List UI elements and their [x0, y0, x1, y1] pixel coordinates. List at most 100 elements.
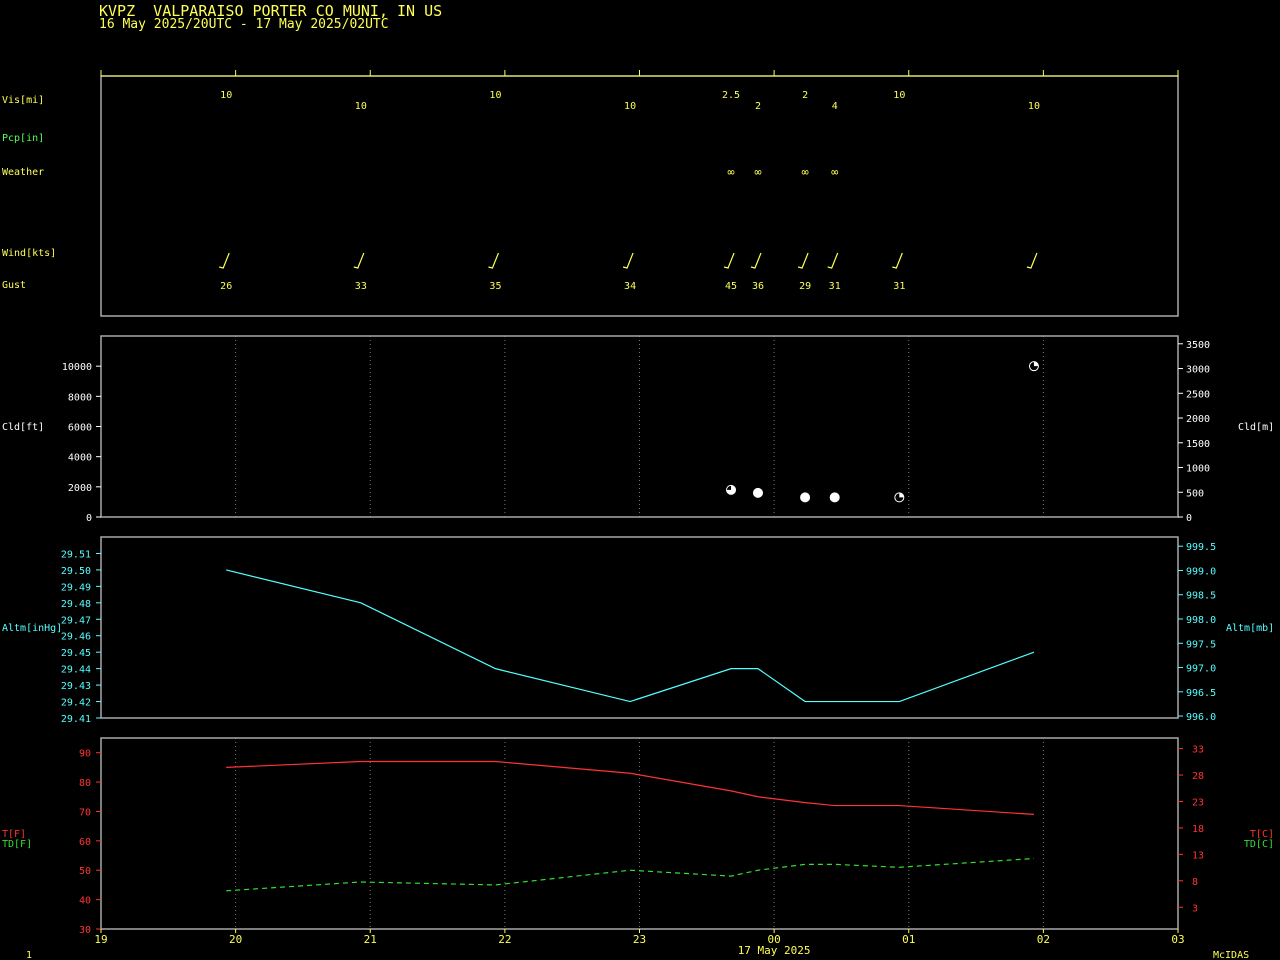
- cloud-cover-marker: [829, 492, 840, 503]
- row-label-gust: Gust: [2, 280, 26, 291]
- gust-value: 34: [624, 281, 636, 292]
- temp-c-tick-label: 18: [1192, 824, 1204, 835]
- time-axis-label: 23: [633, 933, 646, 946]
- wind-barb: [488, 252, 500, 269]
- time-axis-label: 03: [1171, 933, 1184, 946]
- vis-value: 2: [802, 90, 808, 101]
- cloud-ft-tick-label: 0: [86, 513, 92, 524]
- weather-fog-symbol: ∞: [831, 165, 838, 179]
- gust-value: 26: [220, 281, 232, 292]
- altimeter-mb-tick-label: 999.0: [1186, 566, 1216, 577]
- vis-value: 10: [220, 90, 232, 101]
- gust-value: 45: [725, 281, 737, 292]
- cloud-cover-marker: [752, 487, 763, 498]
- altimeter-panel-frame: [100, 536, 1179, 719]
- wind-barb: [622, 252, 634, 269]
- cloud-m-tick-label: 500: [1186, 488, 1204, 499]
- software-label: McIDAS: [1213, 950, 1249, 960]
- wind-barb: [797, 252, 809, 269]
- altimeter-inhg-tick-label: 29.42: [61, 698, 91, 709]
- vis-value: 10: [355, 101, 367, 112]
- time-axis-label: 20: [229, 933, 242, 946]
- temp-f-tick-label: 80: [79, 778, 91, 789]
- altimeter-inhg-tick-label: 29.49: [61, 582, 91, 593]
- row-label-vis: Vis[mi]: [2, 95, 44, 106]
- wind-barb: [723, 252, 735, 269]
- temp-f-tick-label: 70: [79, 807, 91, 818]
- temp-c-tick-label: 8: [1192, 877, 1198, 888]
- cloud-m-tick-label: 2500: [1186, 389, 1210, 400]
- altimeter-inhg-tick-label: 29.50: [61, 566, 91, 577]
- altimeter-mb-tick-label: 997.0: [1186, 664, 1216, 675]
- gust-value: 31: [829, 281, 841, 292]
- cloud-m-tick-label: 3500: [1186, 340, 1210, 351]
- cloud-ft-tick-label: 4000: [68, 453, 92, 464]
- weather-fog-symbol: ∞: [801, 165, 808, 179]
- gust-value: 36: [752, 281, 764, 292]
- weather-fog-symbol: ∞: [754, 165, 761, 179]
- wind-barb: [892, 252, 903, 269]
- cloud-cover-fill: [899, 492, 904, 498]
- altimeter-inhg-tick-label: 29.44: [61, 665, 91, 676]
- cloud-ft-axis-label: Cld[ft]: [2, 422, 44, 433]
- vis-value: 4: [832, 101, 838, 112]
- cloud-cover-marker: [800, 492, 811, 503]
- cloud-ft-tick-label: 10000: [62, 362, 92, 373]
- altimeter-inhg-tick-label: 29.47: [61, 615, 91, 626]
- temp-f-tick-label: 60: [79, 837, 91, 848]
- vis-value: 10: [624, 101, 636, 112]
- vis-value: 2.5: [722, 90, 740, 101]
- altimeter-mb-tick-label: 996.5: [1186, 688, 1216, 699]
- vis-value: 10: [1028, 101, 1040, 112]
- row-label-wind: Wind[kts]: [2, 248, 56, 259]
- temp-f-tick-label: 30: [79, 925, 91, 936]
- temp-c-tick-label: 33: [1192, 745, 1204, 756]
- altimeter-mb-tick-label: 996.0: [1186, 712, 1216, 723]
- row-label-pcp: Pcp[in]: [2, 133, 44, 144]
- altimeter-mb-tick-label: 997.5: [1186, 639, 1216, 650]
- page-number: 1: [26, 950, 32, 960]
- time-axis-label: 01: [902, 933, 915, 946]
- wind-barb: [750, 252, 762, 269]
- wind-barb: [353, 252, 365, 269]
- time-axis-label: 02: [1037, 933, 1050, 946]
- altimeter-mb-tick-label: 998.0: [1186, 615, 1216, 626]
- altimeter-inhg-axis-label: Altm[inHg]: [2, 623, 62, 634]
- cloud-m-axis-label: Cld[m]: [1238, 422, 1274, 433]
- temp-c-tick-label: 3: [1192, 903, 1198, 914]
- gust-value: 33: [355, 281, 367, 292]
- time-axis-label: 21: [364, 933, 377, 946]
- gust-value: 31: [893, 281, 905, 292]
- altimeter-mb-tick-label: 998.5: [1186, 591, 1216, 602]
- temp-f-tick-label: 40: [79, 896, 91, 907]
- cloud-ft-tick-label: 2000: [68, 483, 92, 494]
- gust-value: 29: [799, 281, 811, 292]
- altimeter-inhg-tick-label: 29.43: [61, 681, 91, 692]
- obs-table-frame: [100, 75, 1179, 317]
- altimeter-mb-tick-label: 999.5: [1186, 542, 1216, 553]
- cloud-panel-frame: [100, 335, 1179, 518]
- row-label-weather: Weather: [2, 167, 44, 178]
- temp-c-tick-label: 13: [1192, 850, 1204, 861]
- altimeter-line: [226, 569, 1035, 703]
- altimeter-inhg-tick-label: 29.48: [61, 599, 91, 610]
- altimeter-inhg-tick-label: 29.41: [61, 714, 91, 725]
- wind-barb: [219, 252, 230, 269]
- cloud-m-tick-label: 0: [1186, 513, 1192, 524]
- dewpoint-c-axis-label: TD[C]: [1244, 839, 1274, 850]
- cloud-ft-tick-label: 8000: [68, 392, 92, 403]
- temperature-line: [226, 760, 1034, 815]
- date-label: 17 May 2025: [738, 944, 811, 957]
- weather-fog-symbol: ∞: [727, 165, 734, 179]
- cloud-m-tick-label: 1000: [1186, 464, 1210, 475]
- time-axis-label: 19: [94, 933, 107, 946]
- temp-c-tick-label: 28: [1192, 771, 1204, 782]
- wind-barb: [827, 252, 839, 269]
- altimeter-inhg-tick-label: 29.45: [61, 648, 91, 659]
- temp-f-tick-label: 50: [79, 866, 91, 877]
- altimeter-inhg-tick-label: 29.51: [61, 549, 91, 560]
- meteogram: Vis[mi]Pcp[in]WeatherWind[kts]Gust102610…: [2, 70, 1274, 960]
- temp-f-tick-label: 90: [79, 749, 91, 760]
- vis-value: 10: [893, 90, 905, 101]
- cloud-m-tick-label: 3000: [1186, 365, 1210, 376]
